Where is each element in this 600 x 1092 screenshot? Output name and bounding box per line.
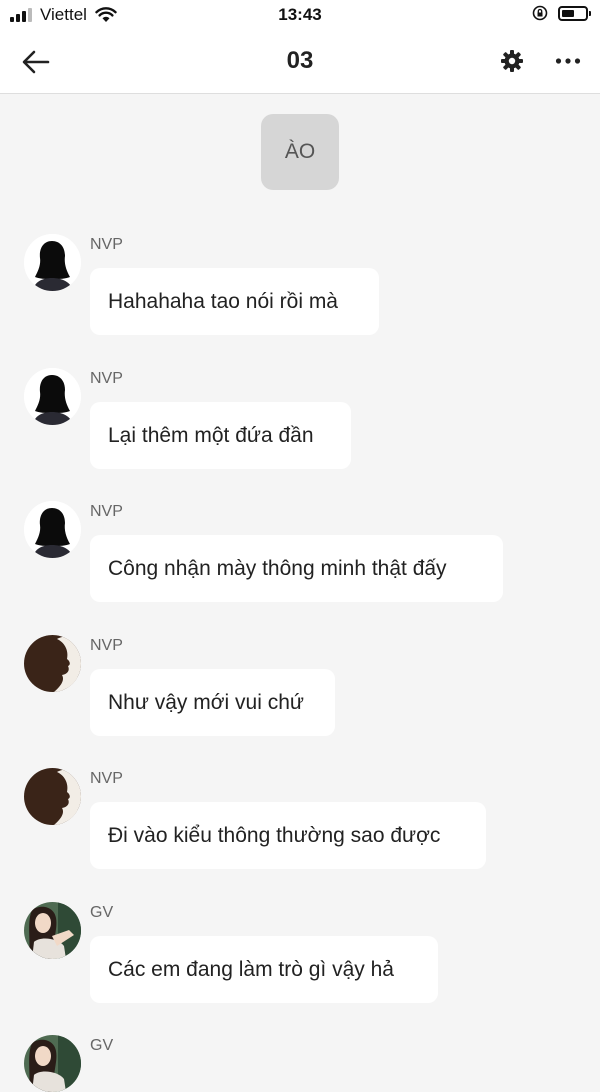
sender-name: NVP [90, 503, 123, 520]
battery-icon [558, 5, 591, 21]
silhouette-girl-icon [24, 368, 81, 425]
chat-header: 03 [0, 30, 600, 94]
status-right [532, 5, 591, 21]
sender-name: NVP [90, 637, 123, 654]
message-bubble[interactable]: Hahahaha tao nói rồi mà [90, 268, 379, 335]
avatar[interactable] [24, 1035, 81, 1092]
more-options-button[interactable] [554, 47, 582, 75]
more-dots-icon [555, 58, 581, 64]
silhouette-girl-icon [24, 234, 81, 291]
sender-name: GV [90, 904, 114, 921]
avatar[interactable] [24, 768, 81, 825]
status-bar: Viettel 13:43 [0, 0, 600, 30]
gear-icon [501, 50, 523, 72]
avatar[interactable] [24, 902, 81, 959]
message-bubble[interactable]: Đi vào kiểu thông thường sao được [90, 802, 486, 869]
system-message: ÀO [261, 114, 339, 190]
photo-woman-icon [24, 1035, 81, 1092]
avatar[interactable] [24, 234, 81, 291]
avatar[interactable] [24, 501, 81, 558]
photo-woman-icon [24, 902, 81, 959]
message-bubble[interactable]: Công nhận mày thông minh thật đấy [90, 535, 503, 602]
message-bubble[interactable]: Các em đang làm trò gì vậy hả [90, 936, 438, 1003]
message-bubble[interactable]: Lại thêm một đứa đần [90, 402, 351, 469]
avatar[interactable] [24, 368, 81, 425]
sender-name: GV [90, 1037, 114, 1054]
silhouette-man-icon [24, 635, 81, 692]
status-time: 13:43 [278, 5, 322, 24]
silhouette-man-icon [24, 768, 81, 825]
sender-name: NVP [90, 370, 123, 387]
sender-name: NVP [90, 770, 123, 787]
message-bubble[interactable]: Như vậy mới vui chứ [90, 669, 335, 736]
avatar[interactable] [24, 635, 81, 692]
settings-button[interactable] [498, 47, 526, 75]
sender-name: NVP [90, 236, 123, 253]
orientation-lock-icon [532, 5, 548, 21]
silhouette-girl-icon [24, 501, 81, 558]
